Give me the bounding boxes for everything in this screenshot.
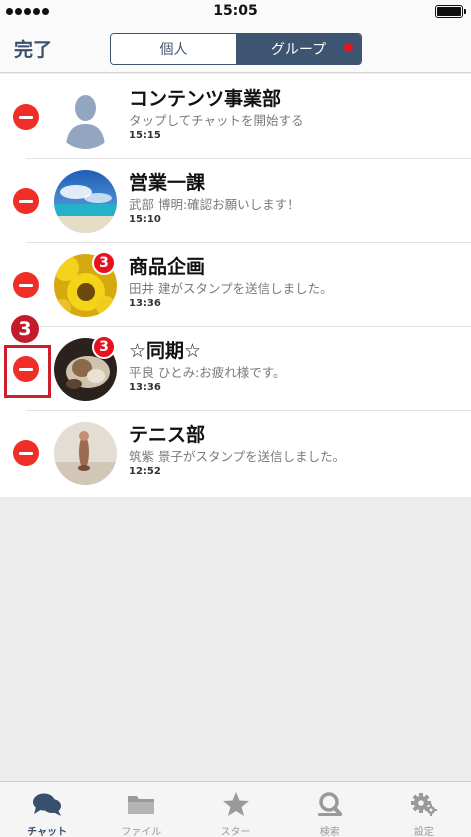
tab-file[interactable]: ファイル: [94, 782, 188, 837]
tab-search[interactable]: 検索: [283, 782, 377, 837]
chat-message: タップしてチャットを開始する: [129, 113, 304, 128]
delete-button[interactable]: [13, 440, 39, 466]
default-person-icon: [54, 86, 117, 149]
navigation-bar: 完了 個人 グループ: [0, 24, 471, 73]
chat-name: 営業一課: [129, 172, 206, 194]
tab-star-label: スター: [220, 827, 251, 837]
tab-settings[interactable]: 設定: [377, 782, 471, 837]
chat-message: 武部 博明:確認お願いします！: [129, 197, 300, 212]
tab-bar: チャット ファイル スター 検索 設定: [0, 781, 471, 837]
folder-icon: [128, 796, 155, 814]
chat-row[interactable]: 3 商品企画 田井 建がスタンプを送信しました。 13:36: [0, 242, 471, 326]
tab-star[interactable]: スター: [188, 782, 282, 837]
tab-chat[interactable]: チャット: [0, 782, 94, 837]
chat-time: 13:36: [129, 298, 161, 309]
annotation-number: 3: [11, 315, 39, 343]
tab-settings-label: 設定: [413, 827, 434, 837]
chat-name: 商品企画: [129, 256, 206, 278]
chat-time: 15:10: [129, 214, 161, 225]
annotation-highlight-box: [4, 345, 51, 398]
chat-message: 田井 建がスタンプを送信しました。: [129, 281, 333, 296]
beach-photo: [54, 170, 117, 233]
tab-chat-label: チャット: [27, 827, 68, 837]
tennis-photo: [54, 422, 117, 485]
segmented-control: 個人 グループ: [110, 33, 362, 65]
segment-personal-label: 個人: [159, 42, 188, 58]
chat-row[interactable]: テニス部 筑紫 景子がスタンプを送信しました。 12:52: [0, 410, 471, 497]
notification-dot: [344, 43, 353, 52]
battery-icon: [435, 5, 466, 18]
chat-time: 12:52: [129, 466, 161, 477]
chat-name: コンテンツ事業部: [129, 88, 282, 110]
chat-bubbles-icon: [33, 793, 62, 816]
chat-name: ☆同期☆: [129, 340, 202, 362]
chat-time: 15:15: [129, 130, 161, 141]
status-bar: 15:05: [0, 0, 471, 24]
chat-message: 筑紫 景子がスタンプを送信しました。: [129, 449, 346, 464]
done-button[interactable]: 完了: [14, 35, 52, 62]
tab-search-label: 検索: [319, 827, 340, 837]
segment-group[interactable]: グループ: [236, 34, 361, 64]
segment-personal[interactable]: 個人: [111, 34, 236, 64]
chat-row[interactable]: コンテンツ事業部 タップしてチャットを開始する 15:15: [0, 74, 471, 158]
delete-button[interactable]: [13, 104, 39, 130]
chat-name: テニス部: [129, 424, 206, 446]
tab-file-label: ファイル: [121, 827, 162, 837]
delete-button[interactable]: [13, 272, 39, 298]
delete-button[interactable]: [13, 188, 39, 214]
chat-row[interactable]: 3 ☆同期☆ 平良 ひとみ:お疲れ様です。 13:36: [0, 326, 471, 410]
chat-time: 13:36: [129, 382, 161, 393]
unread-badge: 3: [92, 251, 116, 275]
chat-row[interactable]: 営業一課 武部 博明:確認お願いします！ 15:10: [0, 158, 471, 242]
chat-list: コンテンツ事業部 タップしてチャットを開始する 15:15 営業一課 武部 博明…: [0, 74, 471, 497]
star-icon: [222, 792, 249, 816]
search-icon: [317, 792, 342, 816]
unread-badge: 3: [92, 335, 116, 359]
chat-message: 平良 ひとみ:お疲れ様です。: [129, 365, 286, 380]
segment-group-label: グループ: [270, 42, 327, 58]
status-time: 15:05: [213, 3, 258, 19]
gear-icon: [410, 793, 437, 816]
